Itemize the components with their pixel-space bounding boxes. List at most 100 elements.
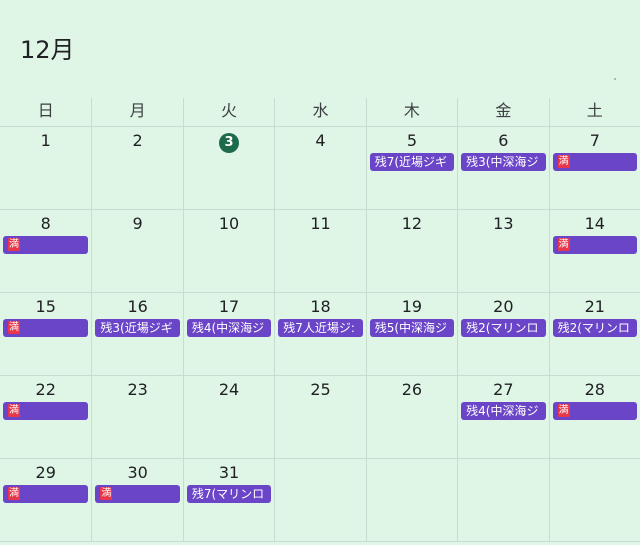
- event-full[interactable]: 満: [552, 153, 637, 171]
- day-number: 21: [550, 297, 640, 317]
- day-number: 29: [0, 463, 91, 483]
- event-chip[interactable]: 残4(中深海ジ: [186, 319, 272, 337]
- event-chip[interactable]: 残5(中深海ジ: [369, 319, 455, 337]
- day-cell[interactable]: 2: [91, 127, 183, 210]
- day-number: 8: [0, 214, 91, 234]
- day-cell[interactable]: 7満: [548, 127, 640, 210]
- day-number-text: 16: [127, 297, 148, 316]
- day-number: 2: [92, 131, 182, 151]
- weekday-sun: 日: [37, 101, 54, 120]
- day-cell[interactable]: 1: [0, 127, 92, 210]
- event-full[interactable]: 満: [3, 402, 89, 420]
- day-number-text: 6: [498, 131, 509, 150]
- day-number-text: 28: [584, 380, 605, 399]
- day-number: 9: [92, 214, 182, 234]
- day-number-text: 20: [493, 297, 514, 316]
- day-cell[interactable]: 23: [91, 376, 183, 459]
- day-number: [550, 463, 640, 483]
- day-number-text: 14: [584, 214, 605, 233]
- day-cell[interactable]: 13: [457, 210, 549, 293]
- month-title[interactable]: 12月: [20, 30, 75, 65]
- day-cell[interactable]: 6 残3(中深海ジ: [457, 127, 549, 210]
- event-chip[interactable]: 残3(中深海ジ: [461, 153, 546, 171]
- event-chip[interactable]: 残7(マリンロ: [186, 485, 272, 503]
- day-cell[interactable]: 18 残7人近場ジ:: [274, 293, 366, 376]
- event-full[interactable]: 満: [3, 485, 89, 503]
- day-number: 16: [92, 297, 182, 317]
- event-chip[interactable]: 残7(近場ジギ: [369, 153, 455, 171]
- day-number: 27: [458, 380, 548, 400]
- day-cell[interactable]: 10: [182, 210, 275, 293]
- day-number-text: 13: [493, 214, 514, 233]
- day-cell[interactable]: 25: [274, 376, 366, 459]
- day-cell[interactable]: [548, 459, 640, 542]
- day-number: 23: [92, 380, 182, 400]
- day-number-text: 1: [40, 131, 51, 150]
- day-number: 26: [367, 380, 457, 400]
- event-full[interactable]: 満: [552, 402, 637, 420]
- event-full[interactable]: 満: [95, 485, 180, 503]
- day-cell[interactable]: 31 残7(マリンロ: [182, 459, 275, 542]
- day-cell[interactable]: 29 満: [0, 459, 92, 542]
- day-number-text: 25: [310, 380, 331, 399]
- event-chip[interactable]: 残4(中深海ジ: [461, 402, 546, 420]
- event-label: 残4(中深海ジ: [466, 404, 539, 418]
- event-full[interactable]: 満: [3, 319, 89, 337]
- day-cell[interactable]: 21 残2(マリンロ: [548, 293, 640, 376]
- day-number: 18: [275, 297, 365, 317]
- day-number: 30: [92, 463, 182, 483]
- event-label: 残7(マリンロ: [191, 487, 265, 501]
- day-cell[interactable]: 14 満: [548, 210, 640, 293]
- event-chip[interactable]: 残2(マリンロ: [552, 319, 637, 337]
- full-badge: 満: [8, 487, 20, 500]
- day-cell[interactable]: 3: [182, 127, 275, 210]
- event-chip[interactable]: 残7人近場ジ:: [278, 319, 363, 337]
- day-number-text: 5: [406, 131, 418, 150]
- day-cell[interactable]: 30 満: [91, 459, 183, 542]
- event-chip[interactable]: 残2(マリンロ: [461, 319, 546, 337]
- day-number: 15: [0, 297, 91, 317]
- day-number: 19: [367, 297, 457, 317]
- day-cell[interactable]: 24: [182, 376, 275, 459]
- event-full[interactable]: 満: [3, 236, 89, 254]
- day-cell[interactable]: 28 満: [548, 376, 640, 459]
- day-cell[interactable]: 8満: [0, 210, 92, 293]
- day-cell[interactable]: 16 残3(近場ジギ: [91, 293, 183, 376]
- day-cell[interactable]: [274, 459, 366, 542]
- day-cell[interactable]: 4: [274, 127, 366, 210]
- event-label: 残7(近場ジギ: [374, 155, 448, 169]
- day-number-text: 10: [218, 214, 240, 233]
- day-cell[interactable]: 20 残2(マリンロ: [457, 293, 549, 376]
- full-badge: 満: [100, 487, 113, 500]
- day-cell[interactable]: 11: [274, 210, 366, 293]
- event-label: 残3(中深海ジ: [466, 155, 539, 169]
- day-number: 20: [458, 297, 548, 317]
- day-number-text: 7: [589, 131, 600, 150]
- weekday-thu: 木: [365, 98, 457, 126]
- day-number: [367, 463, 457, 483]
- day-number-text: 2: [132, 131, 143, 150]
- day-cell[interactable]: [365, 459, 458, 542]
- day-number: 24: [184, 380, 274, 400]
- day-number-text: 17: [218, 297, 240, 316]
- weekday-fri: 金: [457, 98, 548, 126]
- day-cell[interactable]: 15 満: [0, 293, 92, 376]
- day-cell[interactable]: 9: [91, 210, 183, 293]
- weekday-mon: 月: [91, 98, 182, 126]
- day-number-text: 9: [132, 214, 143, 233]
- day-number: 31: [184, 463, 274, 483]
- day-cell[interactable]: 27 残4(中深海ジ: [457, 376, 549, 459]
- event-chip[interactable]: 残3(近場ジギ: [95, 319, 180, 337]
- day-cell[interactable]: 19 残5(中深海ジ: [365, 293, 458, 376]
- day-cell[interactable]: 5 残7(近場ジギ: [365, 127, 458, 210]
- day-number: 25: [275, 380, 365, 400]
- day-number: 14: [550, 214, 640, 234]
- day-cell[interactable]: 22 満: [0, 376, 92, 459]
- day-number: 13: [458, 214, 548, 234]
- day-cell[interactable]: 12: [365, 210, 458, 293]
- event-full[interactable]: 満: [552, 236, 637, 254]
- day-cell[interactable]: [457, 459, 549, 542]
- day-cell[interactable]: 17 残4(中深海ジ: [182, 293, 275, 376]
- day-number-text: 30: [127, 463, 148, 482]
- day-cell[interactable]: 26: [365, 376, 458, 459]
